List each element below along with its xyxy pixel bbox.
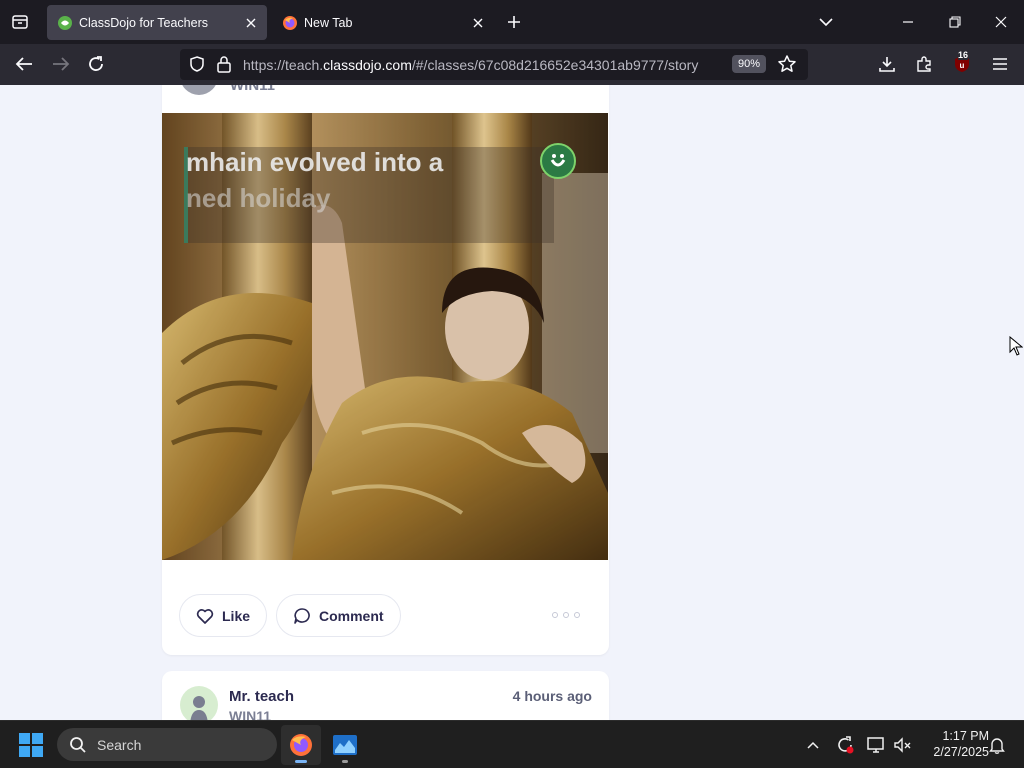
close-tab-icon[interactable] <box>466 11 490 35</box>
tab-overflow-button[interactable] <box>810 6 842 38</box>
network-icon[interactable] <box>864 733 888 757</box>
clock-time: 1:17 PM <box>942 729 989 743</box>
bookmark-star-icon[interactable] <box>777 54 797 78</box>
taskbar-firefox[interactable] <box>281 725 321 765</box>
reload-icon <box>89 56 103 71</box>
volume-muted-icon[interactable] <box>891 733 915 757</box>
running-app-indicator <box>342 760 348 763</box>
more-options-button[interactable] <box>552 607 580 623</box>
comment-bubble-icon <box>293 607 311 625</box>
active-app-indicator <box>295 760 307 763</box>
url-text[interactable]: https://teach.classdojo.com/#/classes/67… <box>243 57 698 73</box>
windows-logo-icon <box>19 733 43 757</box>
classdojo-logo-icon <box>540 143 576 179</box>
minimize-icon <box>903 21 913 23</box>
puzzle-icon <box>917 56 931 72</box>
svg-text:u: u <box>960 61 965 70</box>
hamburger-menu-icon <box>993 58 1007 70</box>
tab-title: New Tab <box>304 15 353 30</box>
chevron-up-icon <box>807 741 819 749</box>
post-photo[interactable]: mhain evolved into a ned holiday <box>162 113 608 560</box>
post-class-name: WIN11 <box>229 708 272 720</box>
extension-count-badge: 16 <box>958 50 969 60</box>
search-label: Search <box>97 736 142 753</box>
like-button[interactable]: Like <box>179 594 268 637</box>
browser-tab-bar: ClassDojo for Teachers New Tab <box>0 0 1024 44</box>
comment-label: Comment <box>319 607 384 624</box>
taskbar-clock[interactable]: 1:17 PM 2/27/2025 <box>917 728 989 760</box>
lock-icon[interactable] <box>216 55 232 77</box>
arrow-left-icon <box>15 57 32 71</box>
zoom-level-button[interactable]: 90% <box>732 55 767 73</box>
more-dot <box>552 612 558 618</box>
tab-classdojo[interactable]: ClassDojo for Teachers <box>47 5 267 40</box>
restore-icon <box>949 16 961 28</box>
heart-icon <box>196 608 214 624</box>
tracking-protection-icon[interactable] <box>188 55 206 77</box>
close-window-button[interactable] <box>985 6 1017 38</box>
close-icon <box>995 16 1007 28</box>
restore-button[interactable] <box>939 6 971 38</box>
forward-button[interactable] <box>47 50 75 78</box>
search-icon <box>70 736 86 753</box>
sync-status-icon[interactable] <box>833 733 857 757</box>
downloads-button[interactable] <box>873 50 901 78</box>
firefox-icon <box>282 15 298 31</box>
app-menu-button[interactable] <box>986 50 1014 78</box>
taskbar-app-2[interactable] <box>325 725 365 765</box>
arrow-right-icon <box>53 57 70 71</box>
comment-button[interactable]: Comment <box>276 594 401 637</box>
taskbar-search[interactable]: Search <box>57 728 277 761</box>
bell-icon <box>989 738 1005 754</box>
start-button[interactable] <box>18 732 44 758</box>
chevron-down-icon <box>819 18 833 27</box>
url-bar[interactable]: https://teach.classdojo.com/#/classes/67… <box>180 49 808 80</box>
app-window-icon <box>333 735 357 755</box>
tab-new-tab[interactable]: New Tab <box>272 5 494 40</box>
post-class-name: WIN11 <box>230 85 276 94</box>
new-tab-button[interactable] <box>502 10 526 34</box>
minimize-button[interactable] <box>892 6 924 38</box>
post-author-name[interactable]: Mr. teach <box>229 688 294 705</box>
more-dot <box>563 612 569 618</box>
notifications-button[interactable] <box>985 733 1009 757</box>
reload-button[interactable] <box>82 50 110 78</box>
list-all-tabs-button[interactable] <box>6 8 34 36</box>
tab-list-icon <box>12 15 28 29</box>
show-hidden-icons-button[interactable] <box>801 733 825 757</box>
close-tab-icon[interactable] <box>239 11 263 35</box>
browser-nav-bar: https://teach.classdojo.com/#/classes/67… <box>0 44 1024 85</box>
author-avatar[interactable] <box>180 686 218 720</box>
post-timestamp: 4 hours ago <box>512 688 592 704</box>
plus-icon <box>508 16 520 28</box>
caption-line: ned holiday <box>186 183 331 213</box>
extensions-button[interactable] <box>910 50 938 78</box>
like-label: Like <box>222 607 251 624</box>
caption-line: mhain evolved into a <box>186 147 444 177</box>
clock-date: 2/27/2025 <box>933 745 989 759</box>
download-icon <box>879 57 895 72</box>
back-button[interactable] <box>10 50 38 78</box>
classdojo-icon <box>57 15 73 31</box>
more-dot <box>574 612 580 618</box>
firefox-icon <box>290 734 312 756</box>
tab-title: ClassDojo for Teachers <box>79 15 208 30</box>
mouse-cursor-icon <box>1009 335 1024 360</box>
class-story-feed[interactable]: WIN11 mhain evolved into a ned holiday L… <box>0 85 1024 720</box>
windows-taskbar: Search 1:17 PM 2/27/2025 <box>0 720 1024 768</box>
